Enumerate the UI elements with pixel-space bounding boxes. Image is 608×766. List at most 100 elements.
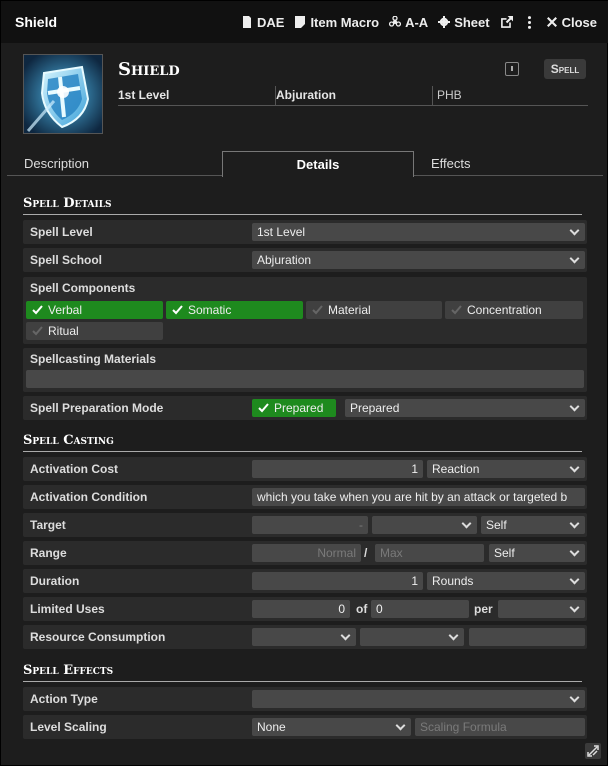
spell-level-row: Spell Level 1st Level xyxy=(23,220,587,244)
item-macro-label: Item Macro xyxy=(310,14,380,30)
ellipsis-vertical-icon xyxy=(527,15,531,29)
limited-uses-per-label: per xyxy=(474,602,493,616)
section-spell-casting: Spell Casting xyxy=(23,433,582,452)
limited-uses-max-input[interactable]: 0 xyxy=(371,600,469,618)
check-icon xyxy=(451,305,462,315)
component-material-checkbox[interactable]: Material xyxy=(306,301,442,319)
duration-row: Duration 1 Rounds xyxy=(23,569,587,593)
spell-components-row: Spell Components Verbal Somatic Material… xyxy=(23,277,587,344)
more-options-button[interactable] xyxy=(523,15,536,29)
level-scaling-row: Level Scaling None Scaling Formula xyxy=(23,715,587,739)
gear-icon xyxy=(438,16,451,28)
tab-effects[interactable]: Effects xyxy=(431,151,471,176)
component-somatic-label: Somatic xyxy=(188,303,232,317)
check-icon xyxy=(32,326,43,336)
prepared-label: Prepared xyxy=(274,401,324,415)
aa-button[interactable]: A-A xyxy=(389,15,428,30)
check-icon xyxy=(312,305,323,315)
activation-cost-label: Activation Cost xyxy=(30,462,119,476)
spell-school-label: Spell School xyxy=(30,253,103,267)
duration-units-select[interactable]: Rounds xyxy=(427,572,585,590)
consume-target-select[interactable] xyxy=(360,628,464,646)
range-normal-input[interactable]: Normal xyxy=(252,544,361,562)
limited-uses-label: Limited Uses xyxy=(30,602,105,616)
item-macro-button[interactable]: Item Macro xyxy=(294,15,379,30)
summary-source[interactable]: PHB xyxy=(432,86,588,105)
window-titlebar[interactable]: Shield DAE Item Macro A-A Sheet Close xyxy=(1,1,608,43)
scaling-formula-input[interactable]: Scaling Formula xyxy=(415,718,585,736)
spell-components-label: Spell Components xyxy=(30,281,136,295)
check-icon xyxy=(32,305,43,315)
dae-button[interactable]: DAE xyxy=(241,15,284,30)
activation-type-select[interactable]: Reaction xyxy=(427,460,585,478)
spell-name[interactable]: Shield xyxy=(118,59,180,80)
prepared-checkbox[interactable]: Prepared xyxy=(252,399,336,417)
item-sheet-window: Shield DAE Item Macro A-A Sheet Close Sh… xyxy=(0,0,608,766)
check-icon xyxy=(172,305,183,315)
sticky-note-icon xyxy=(295,16,306,28)
range-units-select[interactable]: Self xyxy=(489,544,585,562)
spell-school-row: Spell School Abjuration xyxy=(23,248,587,272)
shield-icon xyxy=(24,55,102,133)
range-max-input[interactable]: Max xyxy=(375,544,484,562)
component-somatic-checkbox[interactable]: Somatic xyxy=(166,301,303,319)
action-type-row: Action Type xyxy=(23,687,587,711)
tab-description[interactable]: Description xyxy=(24,151,89,176)
sheet-button[interactable]: Sheet xyxy=(438,15,490,30)
section-spell-effects: Spell Effects xyxy=(23,663,582,682)
target-value-input[interactable]: - xyxy=(252,516,368,534)
tab-details[interactable]: Details xyxy=(222,151,414,177)
limited-uses-of-label: of xyxy=(356,602,368,616)
target-type-select[interactable] xyxy=(372,516,477,534)
component-concentration-checkbox[interactable]: Concentration xyxy=(445,301,583,319)
component-verbal-label: Verbal xyxy=(48,303,83,317)
component-material-label: Material xyxy=(328,303,371,317)
section-spell-details: Spell Details xyxy=(23,196,582,215)
spell-school-select[interactable]: Abjuration xyxy=(252,251,585,269)
range-label: Range xyxy=(30,546,67,560)
spellcasting-materials-row: Spellcasting Materials xyxy=(23,348,587,392)
target-units-select[interactable]: Self xyxy=(481,516,585,534)
duration-value-input[interactable]: 1 xyxy=(252,572,423,590)
limited-uses-row: Limited Uses 0 of 0 per xyxy=(23,597,587,621)
component-verbal-checkbox[interactable]: Verbal xyxy=(26,301,163,319)
item-type-badge: Spell xyxy=(544,59,586,79)
biohazard-icon xyxy=(389,16,402,27)
spell-summary: 1st Level Abjuration PHB xyxy=(118,86,588,106)
level-scaling-label: Level Scaling xyxy=(30,720,107,734)
activation-condition-input[interactable]: which you take when you are hit by an at… xyxy=(252,488,585,506)
limited-uses-value-input[interactable]: 0 xyxy=(252,600,350,618)
document-icon xyxy=(242,16,251,28)
action-type-label: Action Type xyxy=(30,692,98,706)
target-label: Target xyxy=(30,518,66,532)
bookmark-icon[interactable] xyxy=(505,62,519,76)
activation-condition-label: Activation Condition xyxy=(30,490,148,504)
activation-cost-input[interactable]: 1 xyxy=(252,460,423,478)
close-button[interactable]: Close xyxy=(546,15,597,30)
level-scaling-select[interactable]: None xyxy=(252,718,411,736)
spell-level-select[interactable]: 1st Level xyxy=(252,223,585,241)
close-icon xyxy=(546,17,557,27)
consume-amount-input[interactable] xyxy=(469,628,585,646)
resize-handle-icon[interactable] xyxy=(585,743,601,759)
window-title: Shield xyxy=(15,14,58,30)
action-type-select[interactable] xyxy=(252,690,585,708)
spell-preparation-row: Spell Preparation Mode Prepared Prepared xyxy=(23,396,587,420)
check-icon xyxy=(258,403,269,413)
range-separator: / xyxy=(364,546,368,560)
spellcasting-materials-label: Spellcasting Materials xyxy=(30,352,157,366)
spell-level-label: Spell Level xyxy=(30,225,93,239)
aa-label: A-A xyxy=(405,14,429,30)
preparation-mode-select[interactable]: Prepared xyxy=(345,399,585,417)
resource-consumption-row: Resource Consumption xyxy=(23,625,587,649)
spell-image[interactable] xyxy=(23,54,103,134)
spellcasting-materials-input[interactable] xyxy=(26,370,584,388)
range-row: Range Normal / Max Self xyxy=(23,541,587,565)
summary-level: 1st Level xyxy=(118,88,170,102)
summary-school: Abjuration xyxy=(275,86,432,105)
duration-label: Duration xyxy=(30,574,80,588)
limited-uses-per-select[interactable] xyxy=(498,600,585,618)
component-ritual-checkbox[interactable]: Ritual xyxy=(26,322,163,340)
consume-type-select[interactable] xyxy=(252,628,356,646)
popout-button[interactable] xyxy=(500,15,513,29)
